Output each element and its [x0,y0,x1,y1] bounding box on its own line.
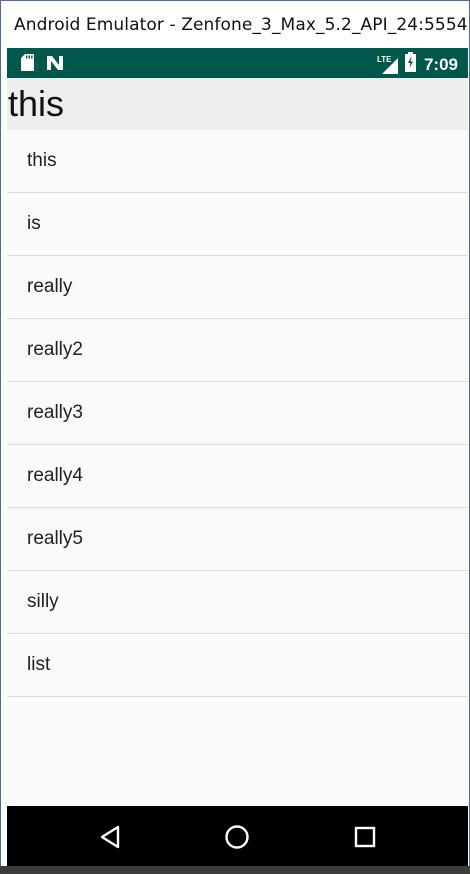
window-titlebar[interactable]: Android Emulator - Zenfone_3_Max_5.2_API… [1,1,469,48]
list-item-label: really4 [27,465,83,486]
recents-icon[interactable] [352,824,378,850]
list-item-label: really [27,276,73,297]
list-item[interactable]: really5 [7,508,468,571]
list-item-label: really2 [27,339,83,360]
list-item-label: silly [27,591,59,612]
background-strip [0,866,470,874]
list-item[interactable]: really4 [7,445,468,508]
home-icon[interactable] [224,824,250,850]
item-list: this is really really2 really3 really4 r… [7,130,468,697]
list-item[interactable]: really3 [7,382,468,445]
list-item[interactable]: really2 [7,319,468,382]
device-screen: LTE 7:09 this this is really really2 rea… [7,48,468,841]
sd-card-icon [21,54,34,76]
window-title: Android Emulator - Zenfone_3_Max_5.2_API… [14,14,468,35]
status-time: 7:09 [423,54,458,74]
emulator-window: Android Emulator - Zenfone_3_Max_5.2_API… [0,0,470,874]
list-item[interactable]: this [7,130,468,193]
status-bar[interactable]: LTE 7:09 [7,48,468,78]
navigation-bar [7,806,468,867]
list-item-label: this [27,150,57,171]
list-item-label: really5 [27,528,83,549]
list-item-label: list [27,654,51,675]
battery-icon [404,52,416,77]
app-bar: this [7,78,468,130]
n-notification-icon [46,55,64,76]
list-item[interactable]: is [7,193,468,256]
back-icon[interactable] [97,824,123,850]
list-item-label: is [27,213,41,234]
page-title: this [8,83,65,124]
list-item-label: really3 [27,402,83,423]
list-item[interactable]: list [7,634,468,697]
list-item[interactable]: silly [7,571,468,634]
list-item[interactable]: really [7,256,468,319]
lte-signal-icon: LTE [377,55,399,75]
